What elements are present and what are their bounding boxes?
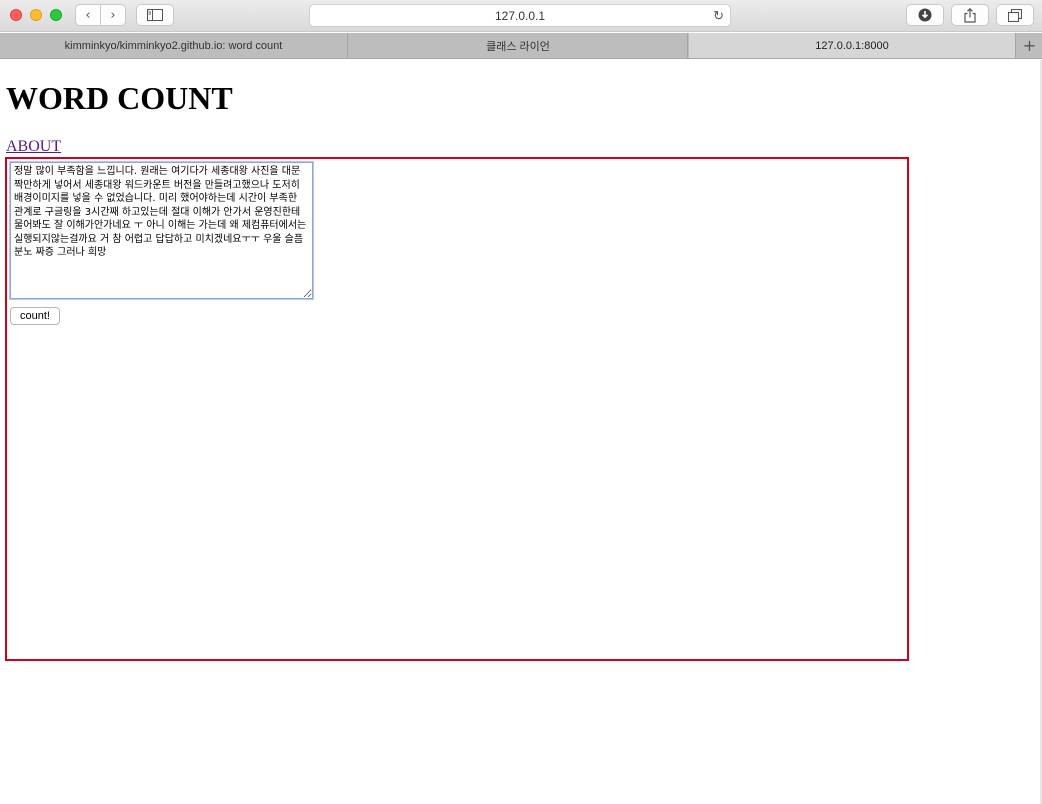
share-icon [964, 7, 976, 23]
page-title: WORD COUNT [6, 80, 233, 116]
plus-icon: + [1022, 36, 1037, 55]
tab-overview-button[interactable] [996, 4, 1034, 26]
word-count-form: 정말 많이 부족함을 느낍니다. 원래는 여기다가 세종대왕 사진을 대문짝만하… [5, 157, 909, 661]
about-link[interactable]: ABOUT [6, 138, 61, 156]
tab-class-lion[interactable]: 클래스 라이언 [349, 33, 688, 58]
back-button[interactable]: ‹ [75, 4, 101, 26]
tab-label: 클래스 라이언 [486, 40, 550, 53]
text-input[interactable]: 정말 많이 부족함을 느낍니다. 원래는 여기다가 세종대왕 사진을 대문짝만하… [9, 161, 314, 300]
sidebar-toggle-button[interactable] [136, 4, 174, 26]
close-window-button[interactable] [10, 9, 22, 21]
url-text: 127.0.0.1 [494, 8, 546, 23]
reload-icon[interactable]: ↻ [713, 8, 724, 24]
address-bar[interactable]: 127.0.0.1 ↻ [309, 4, 731, 27]
download-icon [918, 8, 932, 22]
minimize-window-button[interactable] [30, 9, 42, 21]
tab-localhost-active[interactable]: 127.0.0.1:8000 [689, 33, 1016, 58]
browser-titlebar: ‹ › 127.0.0.1 ↻ [0, 0, 1042, 32]
chevron-right-icon: › [110, 7, 116, 23]
forward-button[interactable]: › [100, 4, 126, 26]
chevron-left-icon: ‹ [85, 7, 91, 23]
count-button[interactable]: count! [10, 307, 60, 325]
sidebar-icon [147, 9, 163, 21]
downloads-button[interactable] [906, 4, 944, 26]
maximize-window-button[interactable] [50, 9, 62, 21]
tab-label: 127.0.0.1:8000 [815, 39, 889, 52]
page-content: WORD COUNT ABOUT 정말 많이 부족함을 느낍니다. 원래는 여기… [0, 60, 1042, 804]
tab-github[interactable]: kimminkyo/kimminkyo2.github.io: word cou… [0, 33, 348, 58]
tab-label: kimminkyo/kimminkyo2.github.io: word cou… [64, 39, 283, 52]
new-tab-button[interactable]: + [1017, 33, 1042, 58]
tab-bar: kimminkyo/kimminkyo2.github.io: word cou… [0, 33, 1042, 59]
tabs-icon [1008, 8, 1022, 22]
share-button[interactable] [951, 4, 989, 26]
